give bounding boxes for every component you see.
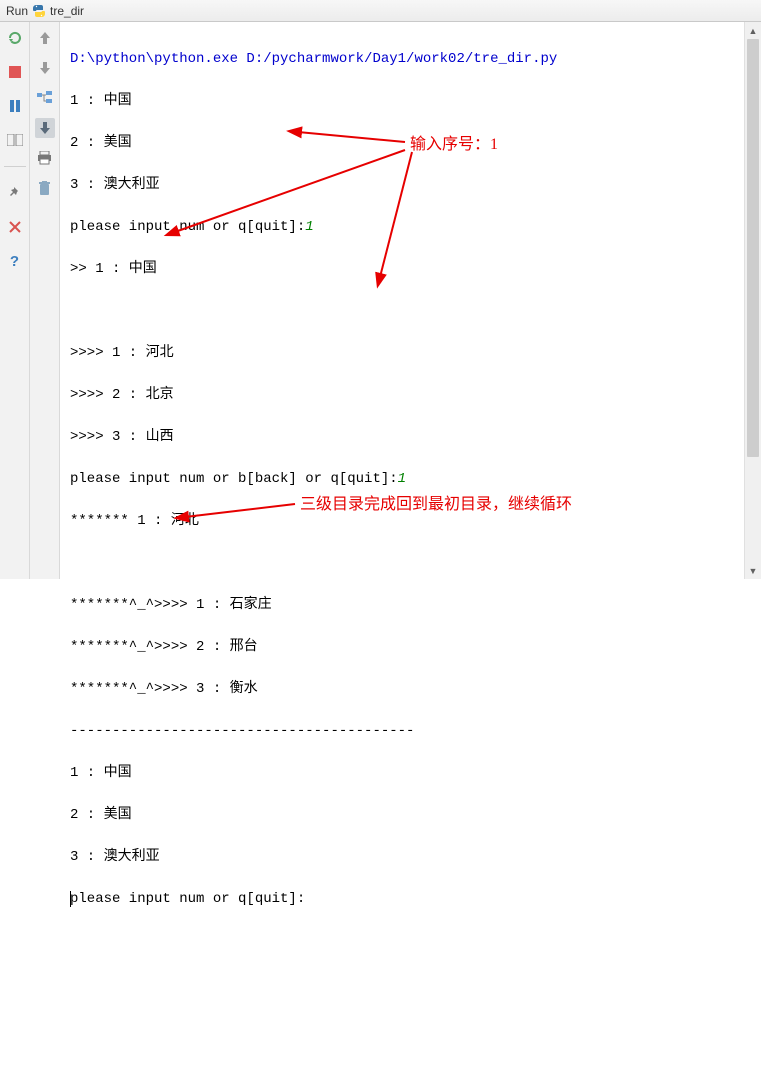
pause-icon[interactable] <box>5 96 25 116</box>
left-gutter-1: ? <box>0 22 30 579</box>
prompt-line: please input num or b[back] or q[quit]:1 <box>70 469 738 490</box>
scroll-up-icon[interactable]: ▲ <box>745 22 761 39</box>
run-label: Run <box>6 4 28 18</box>
prompt-line: please input num or q[quit]:1 <box>70 217 738 238</box>
menu1-item: 2 : 美国 <box>70 133 738 154</box>
echo-line: >> 1 : 中国 <box>70 259 738 280</box>
pin-icon[interactable] <box>5 183 25 203</box>
scroll-thumb[interactable] <box>747 39 759 457</box>
menu3-item: *******^_^>>>> 2 : 邢台 <box>70 637 738 658</box>
menu4-item: 3 : 澳大利亚 <box>70 847 738 868</box>
menu4-item: 2 : 美国 <box>70 805 738 826</box>
down-arrow-icon[interactable] <box>35 58 55 78</box>
print-icon[interactable] <box>35 148 55 168</box>
file-name: tre_dir <box>50 4 84 18</box>
scroll-down-icon[interactable]: ▼ <box>745 562 761 579</box>
download-icon[interactable] <box>35 118 55 138</box>
vertical-scrollbar[interactable]: ▲ ▼ <box>744 22 761 579</box>
divider-line: ----------------------------------------… <box>70 721 738 742</box>
tree-icon[interactable] <box>35 88 55 108</box>
console-output[interactable]: D:\python\python.exe D:/pycharmwork/Day1… <box>60 22 744 579</box>
menu4-item: 1 : 中国 <box>70 763 738 784</box>
exec-path: D:\python\python.exe D:/pycharmwork/Day1… <box>70 49 738 70</box>
layout-icon[interactable] <box>5 130 25 150</box>
trash-icon[interactable] <box>35 178 55 198</box>
menu1-item: 3 : 澳大利亚 <box>70 175 738 196</box>
menu2-item: >>>> 2 : 北京 <box>70 385 738 406</box>
scroll-track[interactable] <box>745 39 761 562</box>
echo-line: ******* 1 : 河北 <box>70 511 738 532</box>
prompt-line[interactable]: please input num or q[quit]: <box>70 889 738 910</box>
menu2-item: >>>> 3 : 山西 <box>70 427 738 448</box>
stop-icon[interactable] <box>5 62 25 82</box>
menu3-item: *******^_^>>>> 1 : 石家庄 <box>70 595 738 616</box>
up-arrow-icon[interactable] <box>35 28 55 48</box>
menu2-item: >>>> 1 : 河北 <box>70 343 738 364</box>
titlebar: Run tre_dir <box>0 0 761 22</box>
close-icon[interactable] <box>5 217 25 237</box>
menu1-item: 1 : 中国 <box>70 91 738 112</box>
python-icon <box>32 4 46 18</box>
rerun-icon[interactable] <box>5 28 25 48</box>
help-icon[interactable]: ? <box>5 251 25 271</box>
left-gutter-2 <box>30 22 60 579</box>
menu3-item: *******^_^>>>> 3 : 衡水 <box>70 679 738 700</box>
